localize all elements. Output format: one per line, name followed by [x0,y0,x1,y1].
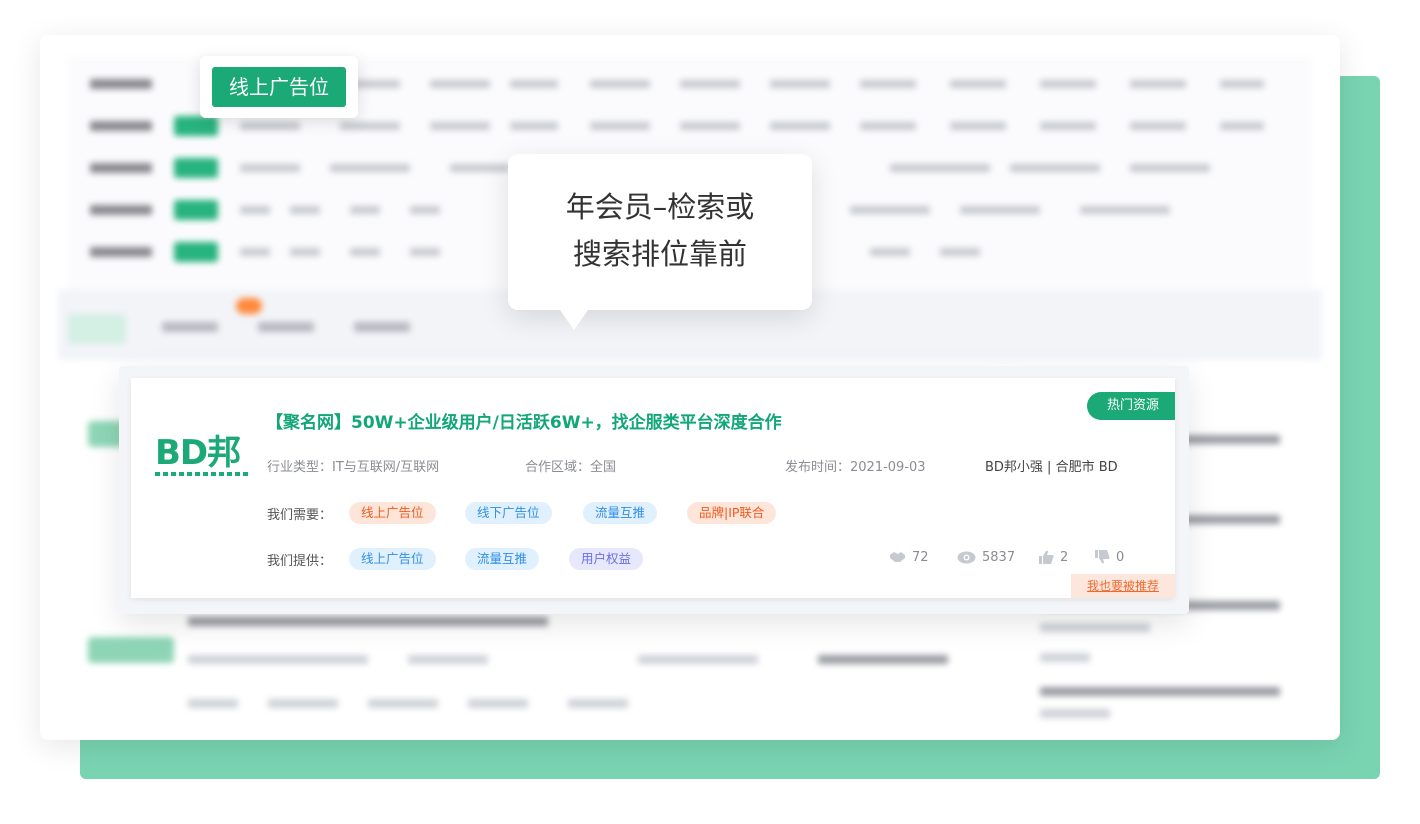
industry-label: 行业类型： [267,460,333,475]
offer-tag[interactable]: 用户权益 [569,548,644,570]
contact-count-value: 72 [912,550,929,565]
view-count: 5837 [957,550,1015,568]
thumbs-down-icon[interactable] [1095,550,1110,568]
view-count-value: 5837 [982,550,1016,565]
industry-value: IT与互联网/互联网 [332,460,440,475]
need-tag[interactable]: 流量互推 [583,502,658,524]
recommend-me-link[interactable]: 我也要被推荐 [1071,574,1175,598]
need-tag[interactable]: 线上广告位 [349,502,436,524]
annual-member-tooltip: 年会员–检索或 搜索排位靠前 [508,154,812,330]
needs-label: 我们需要： [267,508,333,523]
handshake-icon [889,550,906,568]
contact-count: 72 [889,550,929,568]
eye-icon [957,551,976,568]
owner-info[interactable]: BD邦小强 | 合肥市 BD [985,456,1118,475]
dislike-count-value: 0 [1116,550,1125,565]
publish-label: 发布时间： [785,460,851,475]
like-count-value: 2 [1060,550,1069,565]
thumbs-up-icon[interactable] [1039,550,1054,568]
resource-card-body: BD邦 【聚名网】50W+企业级用户/日活跃6W+，找企服类平台深度合作 热门资… [131,378,1175,598]
offers-label: 我们提供： [267,554,333,569]
bd-logo: BD邦 [155,436,255,476]
publish-value: 2021-09-03 [850,460,926,475]
logo-text: BD邦 [155,433,241,473]
industry-meta: 行业类型：IT与互联网/互联网 [267,456,439,475]
tooltip-line-2: 搜索排位靠前 [572,237,747,271]
dislike-count[interactable]: 0 [1095,550,1124,568]
online-ad-button[interactable]: 线上广告位 [212,67,346,107]
like-count[interactable]: 2 [1039,550,1068,568]
region-value: 全国 [590,460,617,475]
hot-resource-badge: 热门资源 [1087,392,1175,420]
region-label: 合作区域： [525,460,591,475]
offer-tag[interactable]: 流量互推 [465,548,540,570]
filter-row [90,115,1310,137]
offer-tag[interactable]: 线上广告位 [349,548,436,570]
need-tag[interactable]: 品牌|IP联合 [687,502,777,524]
region-meta: 合作区域：全国 [525,456,616,475]
tooltip-line-1: 年会员–检索或 [565,190,755,224]
resource-title[interactable]: 【聚名网】50W+企业级用户/日活跃6W+，找企服类平台深度合作 [266,408,782,433]
publish-meta: 发布时间：2021-09-03 [785,456,926,475]
tooltip-pointer [560,310,588,330]
resource-card[interactable]: BD邦 【聚名网】50W+企业级用户/日活跃6W+，找企服类平台深度合作 热门资… [119,366,1189,614]
need-tag[interactable]: 线下广告位 [465,502,552,524]
online-ad-callout: 线上广告位 [200,56,358,118]
